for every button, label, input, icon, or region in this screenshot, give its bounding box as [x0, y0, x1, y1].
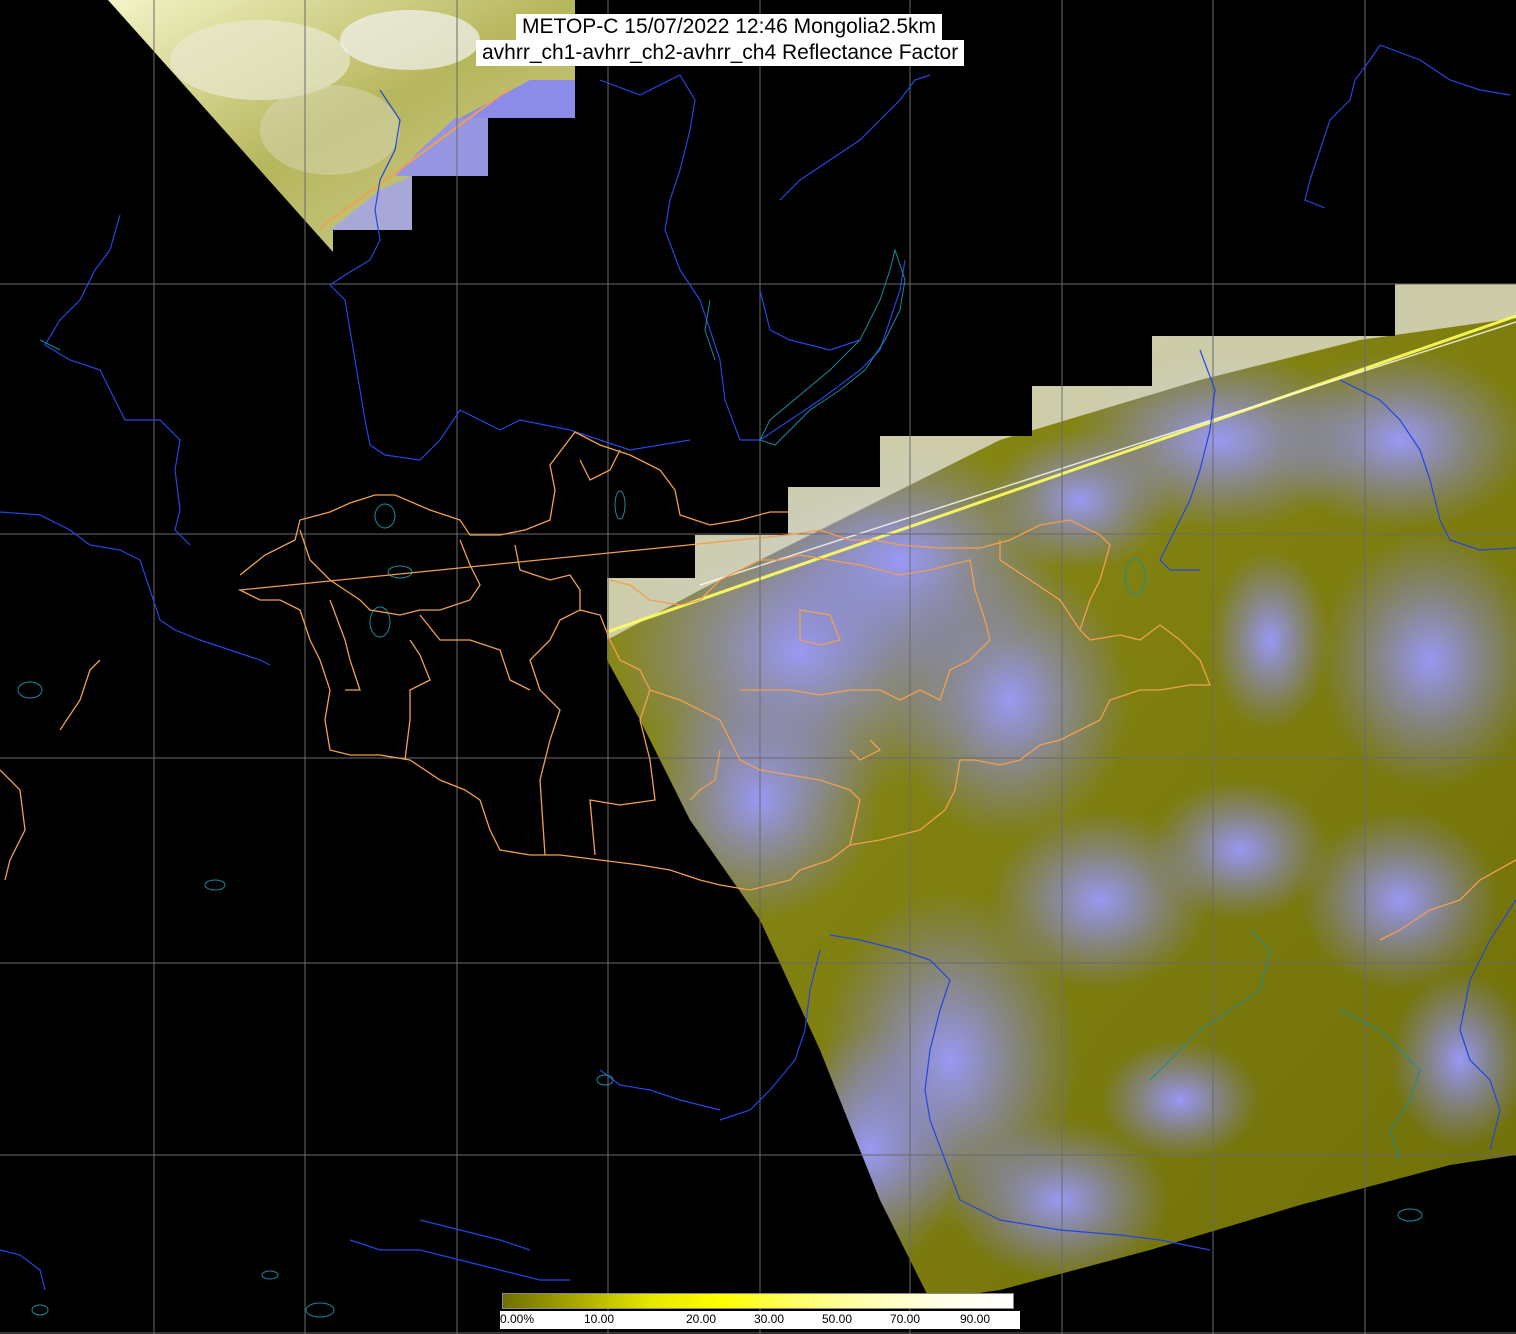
colorbar-tick-label: 10.00: [584, 1312, 615, 1326]
colorbar: [502, 1293, 1014, 1309]
colorbar-tick-label: 30.00: [754, 1312, 785, 1326]
colorbar-tick-label: 70.00: [890, 1312, 921, 1326]
colorbar-tick-label: 50.00: [822, 1312, 853, 1326]
colorbar-labels: 0.00% 10.00 20.00 30.00 50.00 70.00 90.00: [500, 1311, 1020, 1329]
satellite-map: [0, 0, 1516, 1334]
colorbar-tick-label: 90.00: [960, 1312, 991, 1326]
colorbar-tick-label: 0.00%: [500, 1312, 535, 1326]
map-title-line2: avhrr_ch1-avhrr_ch2-avhrr_ch4 Reflectanc…: [476, 40, 965, 66]
colorbar-tick-label: 20.00: [686, 1312, 717, 1326]
map-title-line1: METOP-C 15/07/2022 12:46 Mongolia2.5km: [516, 14, 943, 40]
